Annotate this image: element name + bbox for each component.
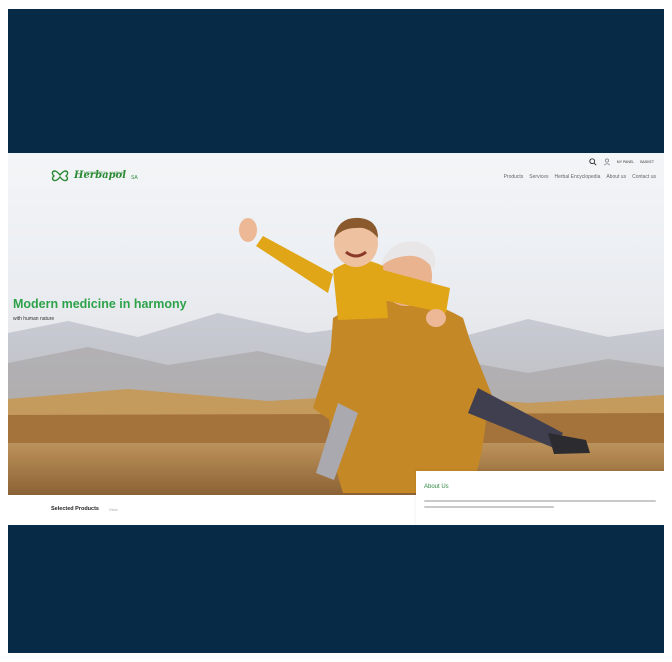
clover-leaf-icon <box>51 170 69 182</box>
nav-services[interactable]: Services <box>529 174 548 180</box>
nav-contact-us[interactable]: Contact us <box>632 174 656 180</box>
main-navigation: Products Services Herbal Encyclopedia Ab… <box>504 174 656 180</box>
about-text-line <box>424 500 656 502</box>
brand-logo[interactable]: Herbapol HERBAPOL-LUBLIN SA <box>50 165 138 185</box>
website-viewport: Herbapol HERBAPOL-LUBLIN SA MY PANEL BAS… <box>8 153 664 525</box>
user-icon[interactable] <box>603 158 611 166</box>
nav-products[interactable]: Products <box>504 174 524 180</box>
about-text-line <box>424 506 554 508</box>
hero-family-image <box>239 217 590 493</box>
cart-link[interactable]: BASKET <box>640 160 654 164</box>
hero-banner: Herbapol HERBAPOL-LUBLIN SA MY PANEL BAS… <box>8 153 664 495</box>
about-us-heading: About Us <box>424 484 449 490</box>
utility-bar: MY PANEL BASKET <box>589 158 654 166</box>
hero-title: Modern medicine in harmony <box>13 297 187 311</box>
nav-about-us[interactable]: About us <box>606 174 626 180</box>
search-icon[interactable] <box>589 158 597 166</box>
logo-tagline: HERBAPOL-LUBLIN <box>84 170 126 175</box>
account-link[interactable]: MY PANEL <box>617 160 634 164</box>
selected-products-heading: Selected Products <box>51 506 99 512</box>
hero-subtitle: with human nature <box>13 316 55 322</box>
about-us-card: About Us <box>416 471 664 525</box>
logo-suffix: SA <box>131 174 138 181</box>
view-all-link[interactable]: View <box>109 507 118 512</box>
nav-herbal-encyclopedia[interactable]: Herbal Encyclopedia <box>554 174 600 180</box>
